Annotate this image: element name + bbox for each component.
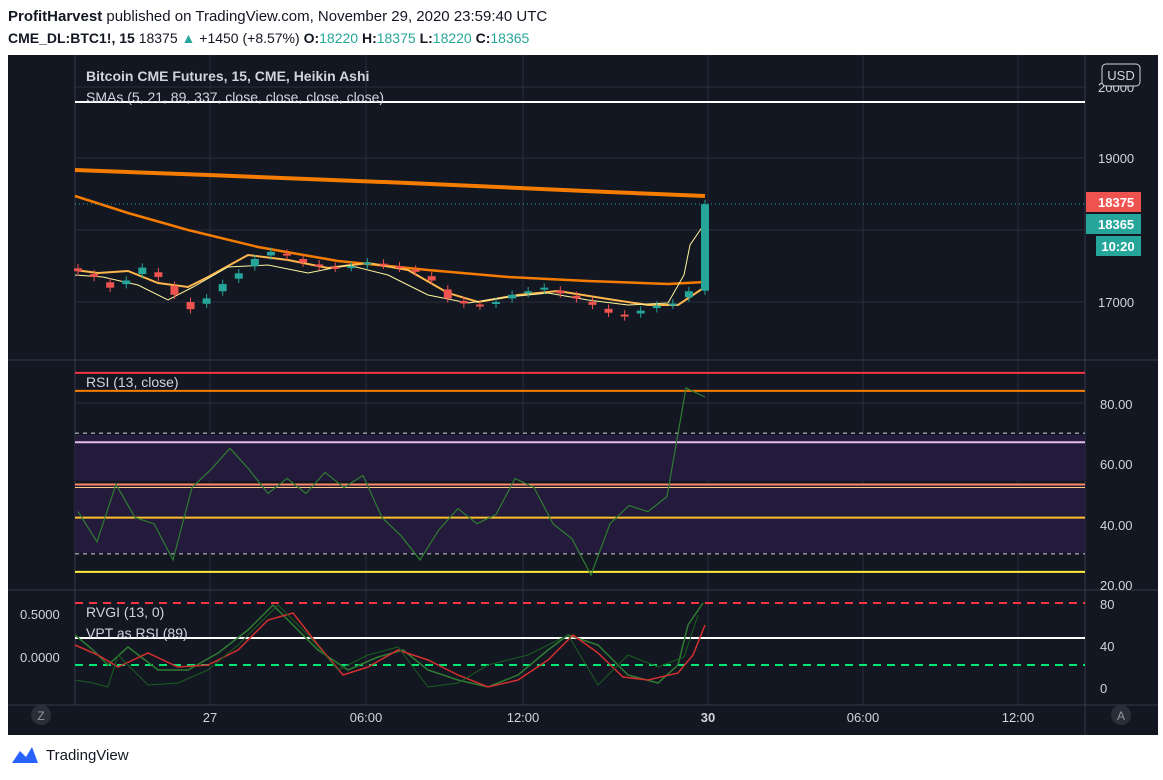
chart-panel[interactable]: Bitcoin CME Futures, 15, CME, Heikin Ash… [8, 55, 1158, 735]
rsi-band-lower [75, 485, 1085, 553]
close-value: 18365 [490, 30, 530, 46]
candle-body [74, 268, 82, 272]
candle-body [283, 253, 291, 256]
candle-body [636, 310, 645, 314]
candle-body [266, 251, 275, 256]
candle-body [443, 289, 452, 299]
rvgi-right-tick-80: 80 [1100, 597, 1114, 612]
candle-body [572, 295, 581, 299]
tradingview-logo-icon [12, 747, 38, 763]
footer-brand[interactable]: TradingView [46, 747, 129, 764]
rsi-tick-80: 80.00 [1100, 397, 1133, 412]
rsi-tick-60: 60.00 [1100, 457, 1133, 472]
candles [74, 199, 709, 321]
zoom-button[interactable]: Z [37, 709, 44, 723]
candle-body [668, 303, 677, 306]
candle-body [395, 266, 404, 269]
candle-body [524, 291, 533, 294]
close-label: C: [475, 30, 491, 46]
candle-body [604, 308, 613, 313]
time-label-1200: 12:00 [507, 710, 540, 725]
candle-body [186, 302, 195, 310]
time-label-1200b: 12:00 [1002, 710, 1035, 725]
sma-label: SMAs (5, 21, 89, 337, close, close, clos… [86, 89, 384, 105]
rvgi-left-tick-0: 0.5000 [20, 607, 60, 622]
candle-body [475, 304, 484, 307]
chart-svg[interactable]: Bitcoin CME Futures, 15, CME, Heikin Ash… [8, 55, 1158, 735]
time-label-27: 27 [203, 710, 217, 725]
sma-89-line [74, 168, 706, 198]
rvgi-label: RVGI (13, 0) [86, 604, 164, 620]
sma-fast-line [74, 222, 706, 306]
footer: TradingView [10, 745, 129, 765]
candle-body [170, 285, 179, 295]
candle-body [154, 272, 163, 277]
candle-body [459, 300, 468, 304]
candle-body [379, 263, 388, 266]
auto-scale-button[interactable]: A [1117, 709, 1125, 723]
candle-body [363, 262, 372, 265]
candle-body [106, 282, 115, 288]
published-text: published on TradingView.com, November 2… [106, 8, 548, 25]
price-tag-red: 18375 [1098, 195, 1134, 210]
time-label-0600b: 06:00 [847, 710, 880, 725]
vpt-line [74, 604, 699, 688]
candle-body [315, 264, 324, 267]
publish-line: ProfitHarvest published on TradingView.c… [8, 8, 547, 25]
rsi-label: RSI (13, close) [86, 374, 179, 390]
candle-body [588, 301, 597, 305]
grid [75, 55, 1085, 705]
up-arrow-icon: ▲ [181, 30, 196, 46]
low-label: L: [419, 30, 433, 46]
candle-body [347, 266, 356, 269]
candle-body [234, 273, 243, 279]
rsi-tick-20: 20.00 [1100, 578, 1133, 593]
candle-body [202, 298, 211, 304]
rvgi-left-tick-1: 0.0000 [20, 650, 60, 665]
candle-body [122, 280, 131, 285]
price-label-17000: 17000 [1098, 295, 1134, 310]
last-price: 18375 [138, 30, 178, 46]
candle-body [411, 269, 420, 272]
rvgi-right-tick-40: 40 [1100, 639, 1114, 654]
candle-body [684, 291, 693, 298]
rsi-tick-40: 40.00 [1100, 518, 1133, 533]
symbol: CME_DL:BTC1!, 15 [8, 30, 135, 46]
candle-body [556, 290, 565, 294]
open-value: 18220 [319, 30, 359, 46]
open-label: O: [303, 30, 320, 46]
low-value: 18220 [432, 30, 472, 46]
candle-body [427, 276, 436, 281]
symbol-line: CME_DL:BTC1!, 15 18375 ▲ +1450 (+8.57%) … [8, 30, 529, 46]
time-label-0600: 06:00 [350, 710, 383, 725]
candle-body [620, 314, 629, 317]
time-label-30: 30 [701, 710, 715, 725]
candle-body [218, 284, 227, 292]
main-pane-title: Bitcoin CME Futures, 15, CME, Heikin Ash… [86, 68, 369, 84]
sma-5-line [74, 253, 706, 306]
candle-body [492, 302, 500, 304]
candle-body [299, 259, 308, 263]
candle-body [508, 294, 517, 299]
currency-button[interactable]: USD [1107, 68, 1134, 83]
rvgi-right-tick-0: 0 [1100, 681, 1107, 696]
candle-body [250, 259, 259, 267]
author-name[interactable]: ProfitHarvest [8, 8, 102, 25]
countdown: 10:20 [1101, 239, 1134, 254]
candle-body [90, 274, 99, 277]
candle-body [540, 287, 549, 290]
candle-body [701, 204, 709, 291]
high-value: 18375 [376, 30, 416, 46]
high-label: H: [361, 30, 377, 46]
candle-body [652, 305, 661, 309]
candle-body [331, 266, 340, 269]
vpt-label: VPT as RSI (89) [86, 625, 188, 641]
price-tag-green: 18365 [1098, 217, 1134, 232]
price-label-19000: 19000 [1098, 151, 1134, 166]
candle-body [138, 267, 147, 275]
sma-21-line [74, 194, 706, 286]
price-change: +1450 (+8.57%) [199, 30, 300, 46]
